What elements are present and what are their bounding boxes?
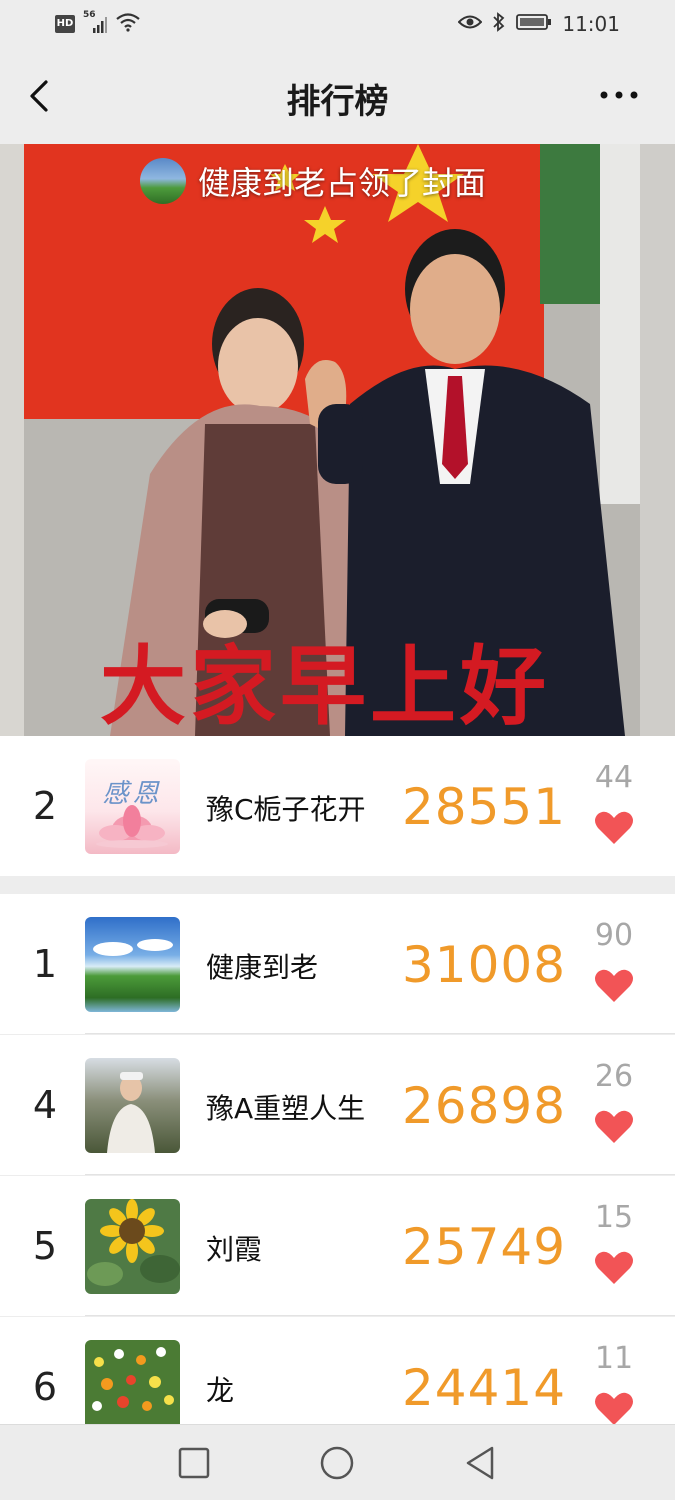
- status-left: HD 56: [55, 10, 141, 36]
- like-count: 44: [594, 760, 634, 795]
- avatar: [85, 1340, 180, 1435]
- recent-apps-icon: [178, 1447, 210, 1479]
- nav-bar: 排行榜: [0, 50, 675, 144]
- status-bar: HD 56 11:01: [0, 0, 675, 50]
- back-triangle-icon: [466, 1446, 494, 1480]
- user-name: 健康到老: [206, 951, 319, 984]
- battery-icon: [516, 13, 552, 35]
- sunflower-photo: [87, 1199, 180, 1286]
- caption-text: 健康到老占领了封面: [198, 164, 487, 202]
- cover-caption: 健康到老占领了封面: [140, 158, 486, 204]
- back-nav-button[interactable]: [460, 1443, 500, 1483]
- heart-icon[interactable]: [594, 1391, 634, 1427]
- cover-image[interactable]: 健康到老占领了封面 大家早上好: [0, 144, 675, 736]
- more-button[interactable]: [598, 80, 640, 110]
- user-name: 豫C栀子花开: [206, 793, 366, 826]
- person-photo: [107, 1072, 155, 1153]
- avatar: [85, 917, 180, 1012]
- step-count: 24414: [402, 1359, 567, 1417]
- user-name: 刘霞: [206, 1233, 263, 1266]
- table-row[interactable]: 4 豫A重塑人生 26898 26: [0, 1035, 675, 1175]
- rank-number: 5: [32, 1224, 58, 1268]
- status-time: 11:01: [562, 12, 620, 36]
- step-count: 28551: [402, 778, 567, 836]
- row-divider: [85, 1033, 675, 1034]
- my-rank-row[interactable]: 2 感恩 豫C栀子花开 28551 44: [0, 736, 675, 876]
- rank-number: 2: [32, 784, 58, 828]
- flowers-photo: [92, 1347, 174, 1411]
- wifi-icon: [115, 12, 141, 36]
- heart-icon[interactable]: [594, 968, 634, 1004]
- like-count: 11: [594, 1341, 634, 1376]
- step-count: 31008: [402, 936, 567, 994]
- avatar: 感恩: [85, 759, 180, 854]
- row-divider: [85, 1315, 675, 1316]
- page-title: 排行榜: [286, 82, 389, 122]
- heart-icon[interactable]: [594, 1109, 634, 1145]
- rank-number: 4: [32, 1083, 58, 1127]
- step-count: 26898: [402, 1077, 567, 1135]
- home-button[interactable]: [317, 1443, 357, 1483]
- table-row[interactable]: 1 健康到老 31008 90: [0, 894, 675, 1034]
- recent-apps-button[interactable]: [174, 1443, 214, 1483]
- more-dots-icon: [600, 91, 638, 99]
- rank-number: 1: [32, 942, 58, 986]
- avatar: [85, 1199, 180, 1294]
- user-name: 龙: [206, 1374, 235, 1407]
- lotus-icon: [96, 805, 168, 848]
- heart-icon[interactable]: [594, 810, 634, 846]
- rank-number: 6: [32, 1365, 58, 1409]
- landscape-icon: [93, 939, 173, 956]
- avatar: [85, 1058, 180, 1153]
- heart-icon[interactable]: [594, 1250, 634, 1286]
- home-icon: [320, 1446, 354, 1480]
- status-right: 11:01: [457, 12, 620, 36]
- like-count: 15: [594, 1200, 634, 1235]
- system-nav-bar: [0, 1424, 675, 1500]
- step-count: 25749: [402, 1218, 567, 1276]
- user-name: 豫A重塑人生: [206, 1092, 366, 1125]
- table-row[interactable]: 5 刘霞 25749 15: [0, 1176, 675, 1316]
- row-divider: [85, 1174, 675, 1175]
- like-count: 90: [594, 918, 634, 953]
- signal-icon: 56: [83, 10, 107, 34]
- like-count: 26: [594, 1059, 634, 1094]
- caption-avatar: [140, 158, 186, 204]
- cover-overlay-text: 大家早上好: [100, 637, 550, 736]
- bluetooth-icon: [492, 12, 506, 36]
- hd-badge: HD: [55, 15, 75, 33]
- eye-icon: [457, 13, 483, 35]
